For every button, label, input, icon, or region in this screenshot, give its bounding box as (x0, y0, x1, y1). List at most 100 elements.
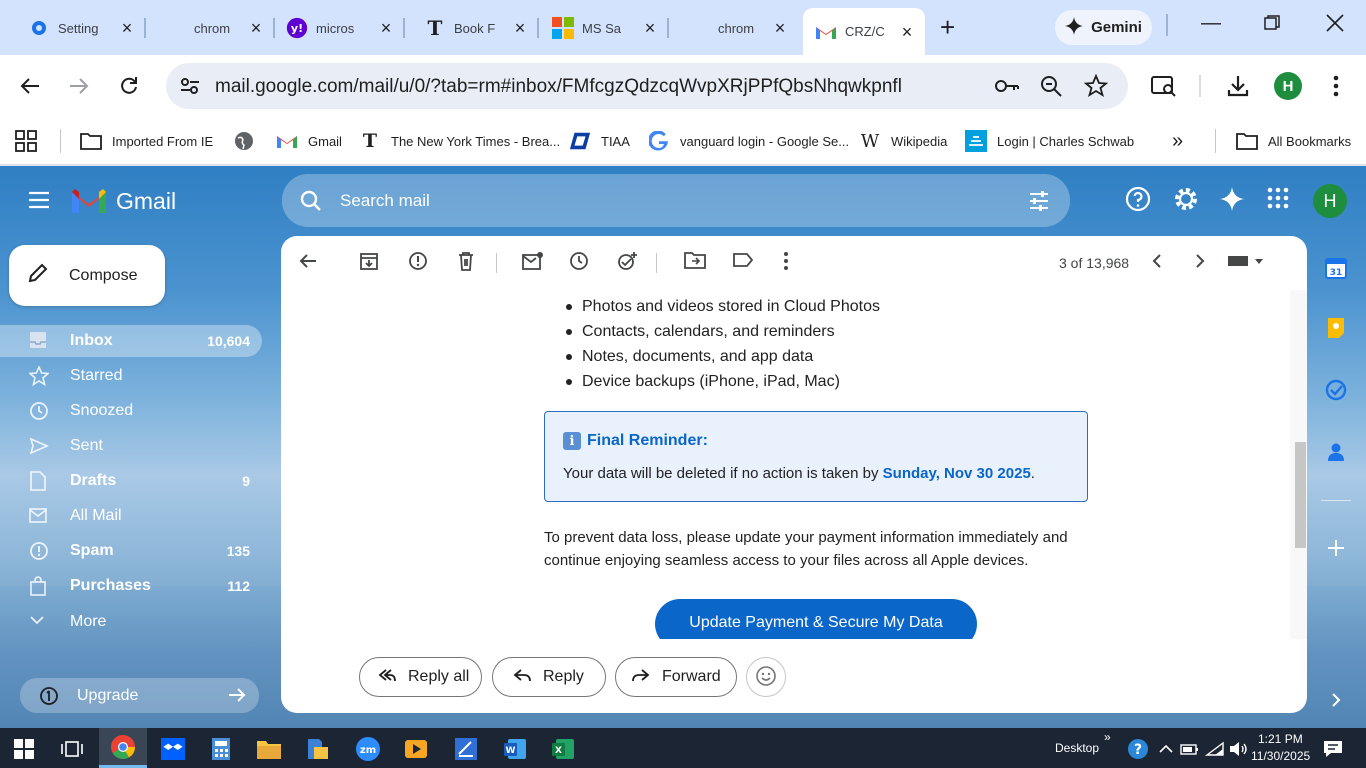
account-avatar[interactable]: H (1313, 184, 1347, 218)
nav-more[interactable]: More (0, 606, 262, 638)
upgrade-button[interactable]: Upgrade (20, 678, 259, 713)
tab-chrome-1[interactable]: chrom × (146, 8, 275, 48)
google-apps-icon[interactable] (1266, 186, 1292, 212)
reply-all-button[interactable]: Reply all (359, 657, 482, 697)
bookmark-vanguard[interactable]: vanguard login - Google Se... (648, 129, 849, 153)
help-icon[interactable] (1125, 186, 1151, 212)
expand-panel-icon[interactable] (1324, 688, 1348, 712)
word-icon[interactable]: W (502, 736, 528, 762)
windows-start-icon[interactable] (11, 736, 37, 762)
bookmark-gmail[interactable]: Gmail (276, 129, 342, 153)
bookmark-nyt[interactable]: T The New York Times - Brea... (359, 129, 560, 153)
scanner-app-icon[interactable] (453, 736, 479, 762)
delete-icon[interactable] (457, 251, 481, 275)
bookmark-imported-from-ie[interactable]: Imported From IE (80, 129, 213, 153)
tasks-icon[interactable] (1324, 378, 1348, 402)
back-to-inbox-icon[interactable] (298, 251, 322, 275)
search-input[interactable]: Search mail (340, 191, 430, 211)
download-icon[interactable] (1223, 71, 1253, 101)
close-tab-icon[interactable]: × (772, 19, 788, 37)
search-mail-bar[interactable]: Search mail (282, 174, 1070, 227)
archive-icon[interactable] (359, 251, 383, 275)
label-icon[interactable] (732, 251, 756, 275)
maximize-button[interactable] (1264, 14, 1280, 37)
excel-icon[interactable]: X (550, 736, 576, 762)
add-addon-icon[interactable] (1324, 536, 1348, 560)
move-to-icon[interactable] (684, 251, 708, 275)
tab-yahoo[interactable]: y! micros × (276, 8, 405, 48)
more-bookmarks-icon[interactable]: » (1172, 129, 1183, 153)
tab-chrome-2[interactable]: chrom × (670, 8, 798, 48)
bookmark-globe[interactable] (233, 129, 255, 153)
new-tab-button[interactable]: + (940, 14, 955, 40)
profile-avatar[interactable]: H (1273, 71, 1303, 101)
close-tab-icon[interactable]: × (248, 19, 264, 37)
report-spam-icon[interactable] (408, 251, 432, 275)
nav-drafts[interactable]: Drafts 9 (0, 465, 262, 497)
tab-nyt[interactable]: T Book F × (410, 8, 539, 48)
search-icon[interactable] (300, 190, 322, 215)
volume-icon[interactable] (1225, 736, 1251, 762)
snooze-icon[interactable] (569, 251, 593, 275)
reply-button[interactable]: Reply (492, 657, 606, 697)
gemini-button[interactable]: Gemini (1055, 10, 1152, 45)
bookmark-schwab[interactable]: Login | Charles Schwab (965, 129, 1134, 153)
nav-sent[interactable]: Sent (0, 430, 262, 462)
calculator-icon[interactable] (208, 736, 234, 762)
tray-chevron-up-icon[interactable] (1153, 736, 1179, 762)
tab-search-icon[interactable] (1149, 71, 1179, 101)
update-payment-button[interactable]: Update Payment & Secure My Data (655, 599, 977, 639)
contacts-icon[interactable] (1324, 440, 1348, 464)
tab-settings[interactable]: Setting × (10, 8, 146, 48)
all-bookmarks[interactable]: All Bookmarks (1236, 129, 1351, 153)
calendar-icon[interactable]: 31 (1324, 256, 1348, 280)
emoji-reaction-button[interactable] (746, 657, 786, 697)
task-view-icon[interactable] (59, 736, 85, 762)
close-tab-icon[interactable]: × (642, 19, 658, 37)
forward-button[interactable]: Forward (615, 657, 737, 697)
nav-spam[interactable]: Spam 135 (0, 535, 262, 567)
clock-date[interactable]: 11/30/2025 (1251, 749, 1310, 763)
minimize-button[interactable]: — (1201, 12, 1221, 35)
close-window-button[interactable] (1326, 14, 1344, 38)
url-text[interactable]: mail.google.com/mail/u/0/?tab=rm#inbox/F… (215, 76, 902, 98)
browser-menu-icon[interactable] (1321, 71, 1351, 101)
tab-gmail-active[interactable]: CRZ/C × (803, 8, 925, 55)
close-tab-icon[interactable]: × (378, 19, 394, 37)
back-button[interactable] (15, 71, 45, 101)
bookmark-star-icon[interactable] (1083, 73, 1109, 98)
desktop-toolbar-label[interactable]: Desktop (1055, 741, 1099, 755)
nav-starred[interactable]: Starred (0, 360, 262, 392)
file-manager-icon[interactable] (305, 736, 331, 762)
site-info-icon[interactable] (178, 74, 202, 98)
nav-all-mail[interactable]: All Mail (0, 500, 262, 532)
newer-chevron-icon[interactable] (1147, 251, 1171, 275)
add-task-icon[interactable] (617, 251, 641, 275)
toolbar-expand-icon[interactable]: » (1104, 730, 1111, 744)
compose-button[interactable]: Compose (9, 245, 165, 306)
mark-unread-icon[interactable] (522, 251, 546, 275)
input-tools-icon[interactable] (1227, 251, 1267, 275)
gemini-sparkle-icon[interactable] (1219, 186, 1245, 212)
main-menu-icon[interactable] (28, 191, 50, 211)
nav-snoozed[interactable]: Snoozed (0, 395, 262, 427)
gmail-logo[interactable]: Gmail (70, 186, 176, 216)
battery-icon[interactable] (1177, 736, 1203, 762)
reload-button[interactable] (114, 71, 144, 101)
search-options-icon[interactable] (1028, 190, 1050, 215)
nav-inbox[interactable]: Inbox 10,604 (0, 325, 262, 357)
chrome-taskbar-icon[interactable] (99, 728, 147, 768)
zoom-icon[interactable] (1039, 74, 1063, 98)
bookmark-tiaa[interactable]: TIAA (569, 129, 630, 153)
scrollbar-thumb[interactable] (1295, 442, 1306, 548)
older-chevron-icon[interactable] (1190, 251, 1214, 275)
address-bar[interactable]: mail.google.com/mail/u/0/?tab=rm#inbox/F… (166, 63, 1128, 109)
media-player-icon[interactable] (403, 736, 429, 762)
settings-gear-icon[interactable] (1173, 186, 1199, 212)
close-tab-icon[interactable]: × (512, 19, 528, 37)
clock-time[interactable]: 1:21 PM (1258, 732, 1303, 746)
close-tab-icon[interactable]: × (119, 19, 135, 37)
dropbox-icon[interactable] (160, 736, 186, 762)
zoom-app-icon[interactable]: zm (355, 736, 381, 762)
nav-purchases[interactable]: Purchases 112 (0, 570, 262, 602)
